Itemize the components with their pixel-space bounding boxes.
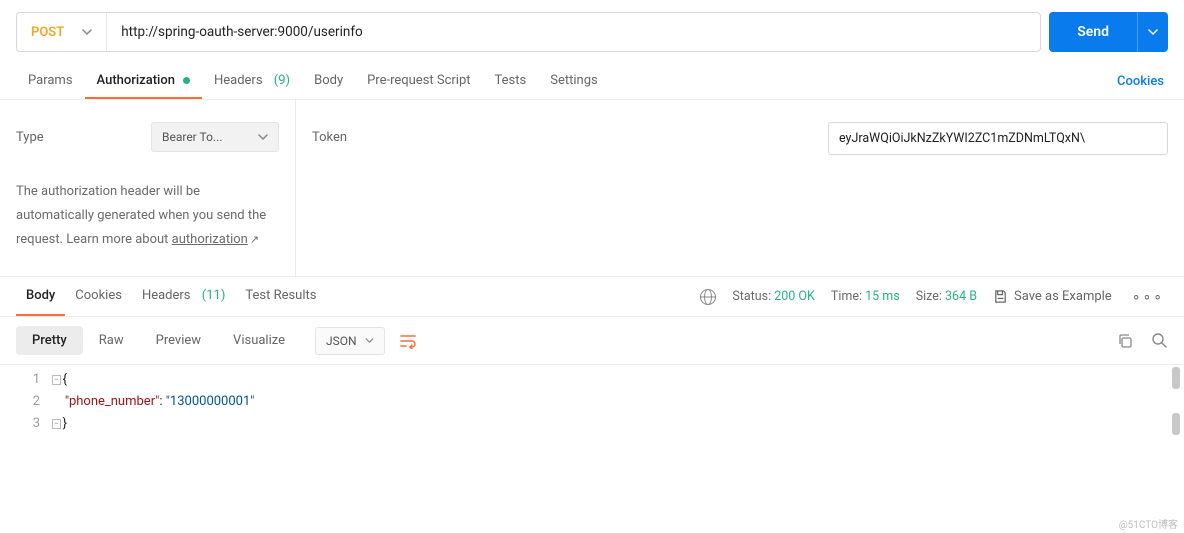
method-label: POST	[31, 25, 64, 40]
active-dot-icon	[183, 77, 190, 84]
chevron-down-icon	[365, 338, 374, 343]
response-format-toolbar: Pretty Raw Preview Visualize JSON	[0, 317, 1184, 365]
auth-description: The authorization header will be automat…	[16, 180, 279, 252]
view-pretty-button[interactable]: Pretty	[16, 326, 83, 355]
auth-type-label: Type	[16, 130, 44, 145]
tab-tests[interactable]: Tests	[483, 64, 539, 99]
external-link-icon: ↗	[250, 230, 259, 250]
auth-right-column: Token	[296, 100, 1184, 276]
tab-params[interactable]: Params	[16, 64, 85, 99]
view-visualize-button[interactable]: Visualize	[217, 326, 301, 355]
auth-type-select[interactable]: Bearer To...	[151, 122, 279, 152]
auth-type-value: Bearer To...	[162, 130, 222, 144]
time-meta: Time: 15 ms	[831, 289, 900, 304]
token-label: Token	[312, 122, 347, 145]
auth-left-column: Type Bearer To... The authorization head…	[0, 100, 296, 276]
view-raw-button[interactable]: Raw	[83, 326, 140, 355]
code-content[interactable]: −{ "phone_number": "13000000001" −}	[52, 369, 1184, 435]
tab-authorization[interactable]: Authorization	[85, 64, 202, 99]
method-select[interactable]: POST	[17, 13, 107, 51]
size-meta: Size: 364 B	[916, 289, 977, 304]
copy-button[interactable]	[1117, 333, 1133, 349]
status-meta: Status: 200 OK	[732, 289, 815, 304]
chevron-down-icon	[1148, 29, 1158, 35]
response-tabs: Body Cookies Headers (11) Test Results S…	[0, 277, 1184, 317]
authorization-panel: Type Bearer To... The authorization head…	[0, 100, 1184, 277]
cookies-link[interactable]: Cookies	[1117, 74, 1168, 89]
save-icon	[993, 289, 1008, 304]
response-body: 1 2 3 −{ "phone_number": "13000000001" −…	[0, 365, 1184, 447]
send-options-button[interactable]	[1137, 12, 1168, 52]
chevron-down-icon	[258, 134, 268, 140]
line-gutter: 1 2 3	[0, 369, 52, 435]
fold-icon[interactable]: −	[52, 375, 61, 385]
scrollbar-thumb[interactable]	[1172, 367, 1180, 389]
scrollbar-thumb[interactable]	[1172, 413, 1180, 435]
token-input[interactable]	[828, 122, 1168, 155]
globe-icon[interactable]	[700, 289, 716, 305]
copy-icon	[1117, 333, 1133, 349]
request-tabs: Params Authorization Headers (9) Body Pr…	[0, 64, 1184, 100]
tab-body[interactable]: Body	[302, 64, 355, 99]
resp-tab-cookies[interactable]: Cookies	[65, 277, 132, 316]
save-as-example-button[interactable]: Save as Example	[993, 289, 1112, 304]
send-button[interactable]: Send	[1049, 12, 1137, 52]
tab-headers[interactable]: Headers (9)	[202, 64, 302, 99]
resp-tab-headers[interactable]: Headers (11)	[132, 277, 235, 316]
tab-pre-request-script[interactable]: Pre-request Script	[355, 64, 482, 99]
resp-tab-test-results[interactable]: Test Results	[235, 277, 326, 316]
language-select[interactable]: JSON	[315, 327, 385, 355]
chevron-down-icon	[82, 29, 92, 35]
search-icon	[1151, 332, 1168, 349]
resp-tab-body[interactable]: Body	[16, 277, 65, 316]
view-mode-group: Pretty Raw Preview Visualize	[16, 326, 301, 355]
watermark: @51CTO博客	[1119, 516, 1178, 531]
url-input[interactable]	[107, 13, 1040, 51]
tab-settings[interactable]: Settings	[538, 64, 609, 99]
request-line: POST	[16, 12, 1041, 52]
send-group: Send	[1049, 12, 1168, 52]
view-preview-button[interactable]: Preview	[140, 326, 217, 355]
fold-icon[interactable]: −	[52, 419, 61, 429]
wrap-lines-button[interactable]	[399, 333, 417, 349]
search-button[interactable]	[1151, 332, 1168, 349]
more-options-button[interactable]: ∘∘∘	[1128, 289, 1168, 305]
auth-learn-more-link[interactable]: authorization	[172, 232, 248, 247]
